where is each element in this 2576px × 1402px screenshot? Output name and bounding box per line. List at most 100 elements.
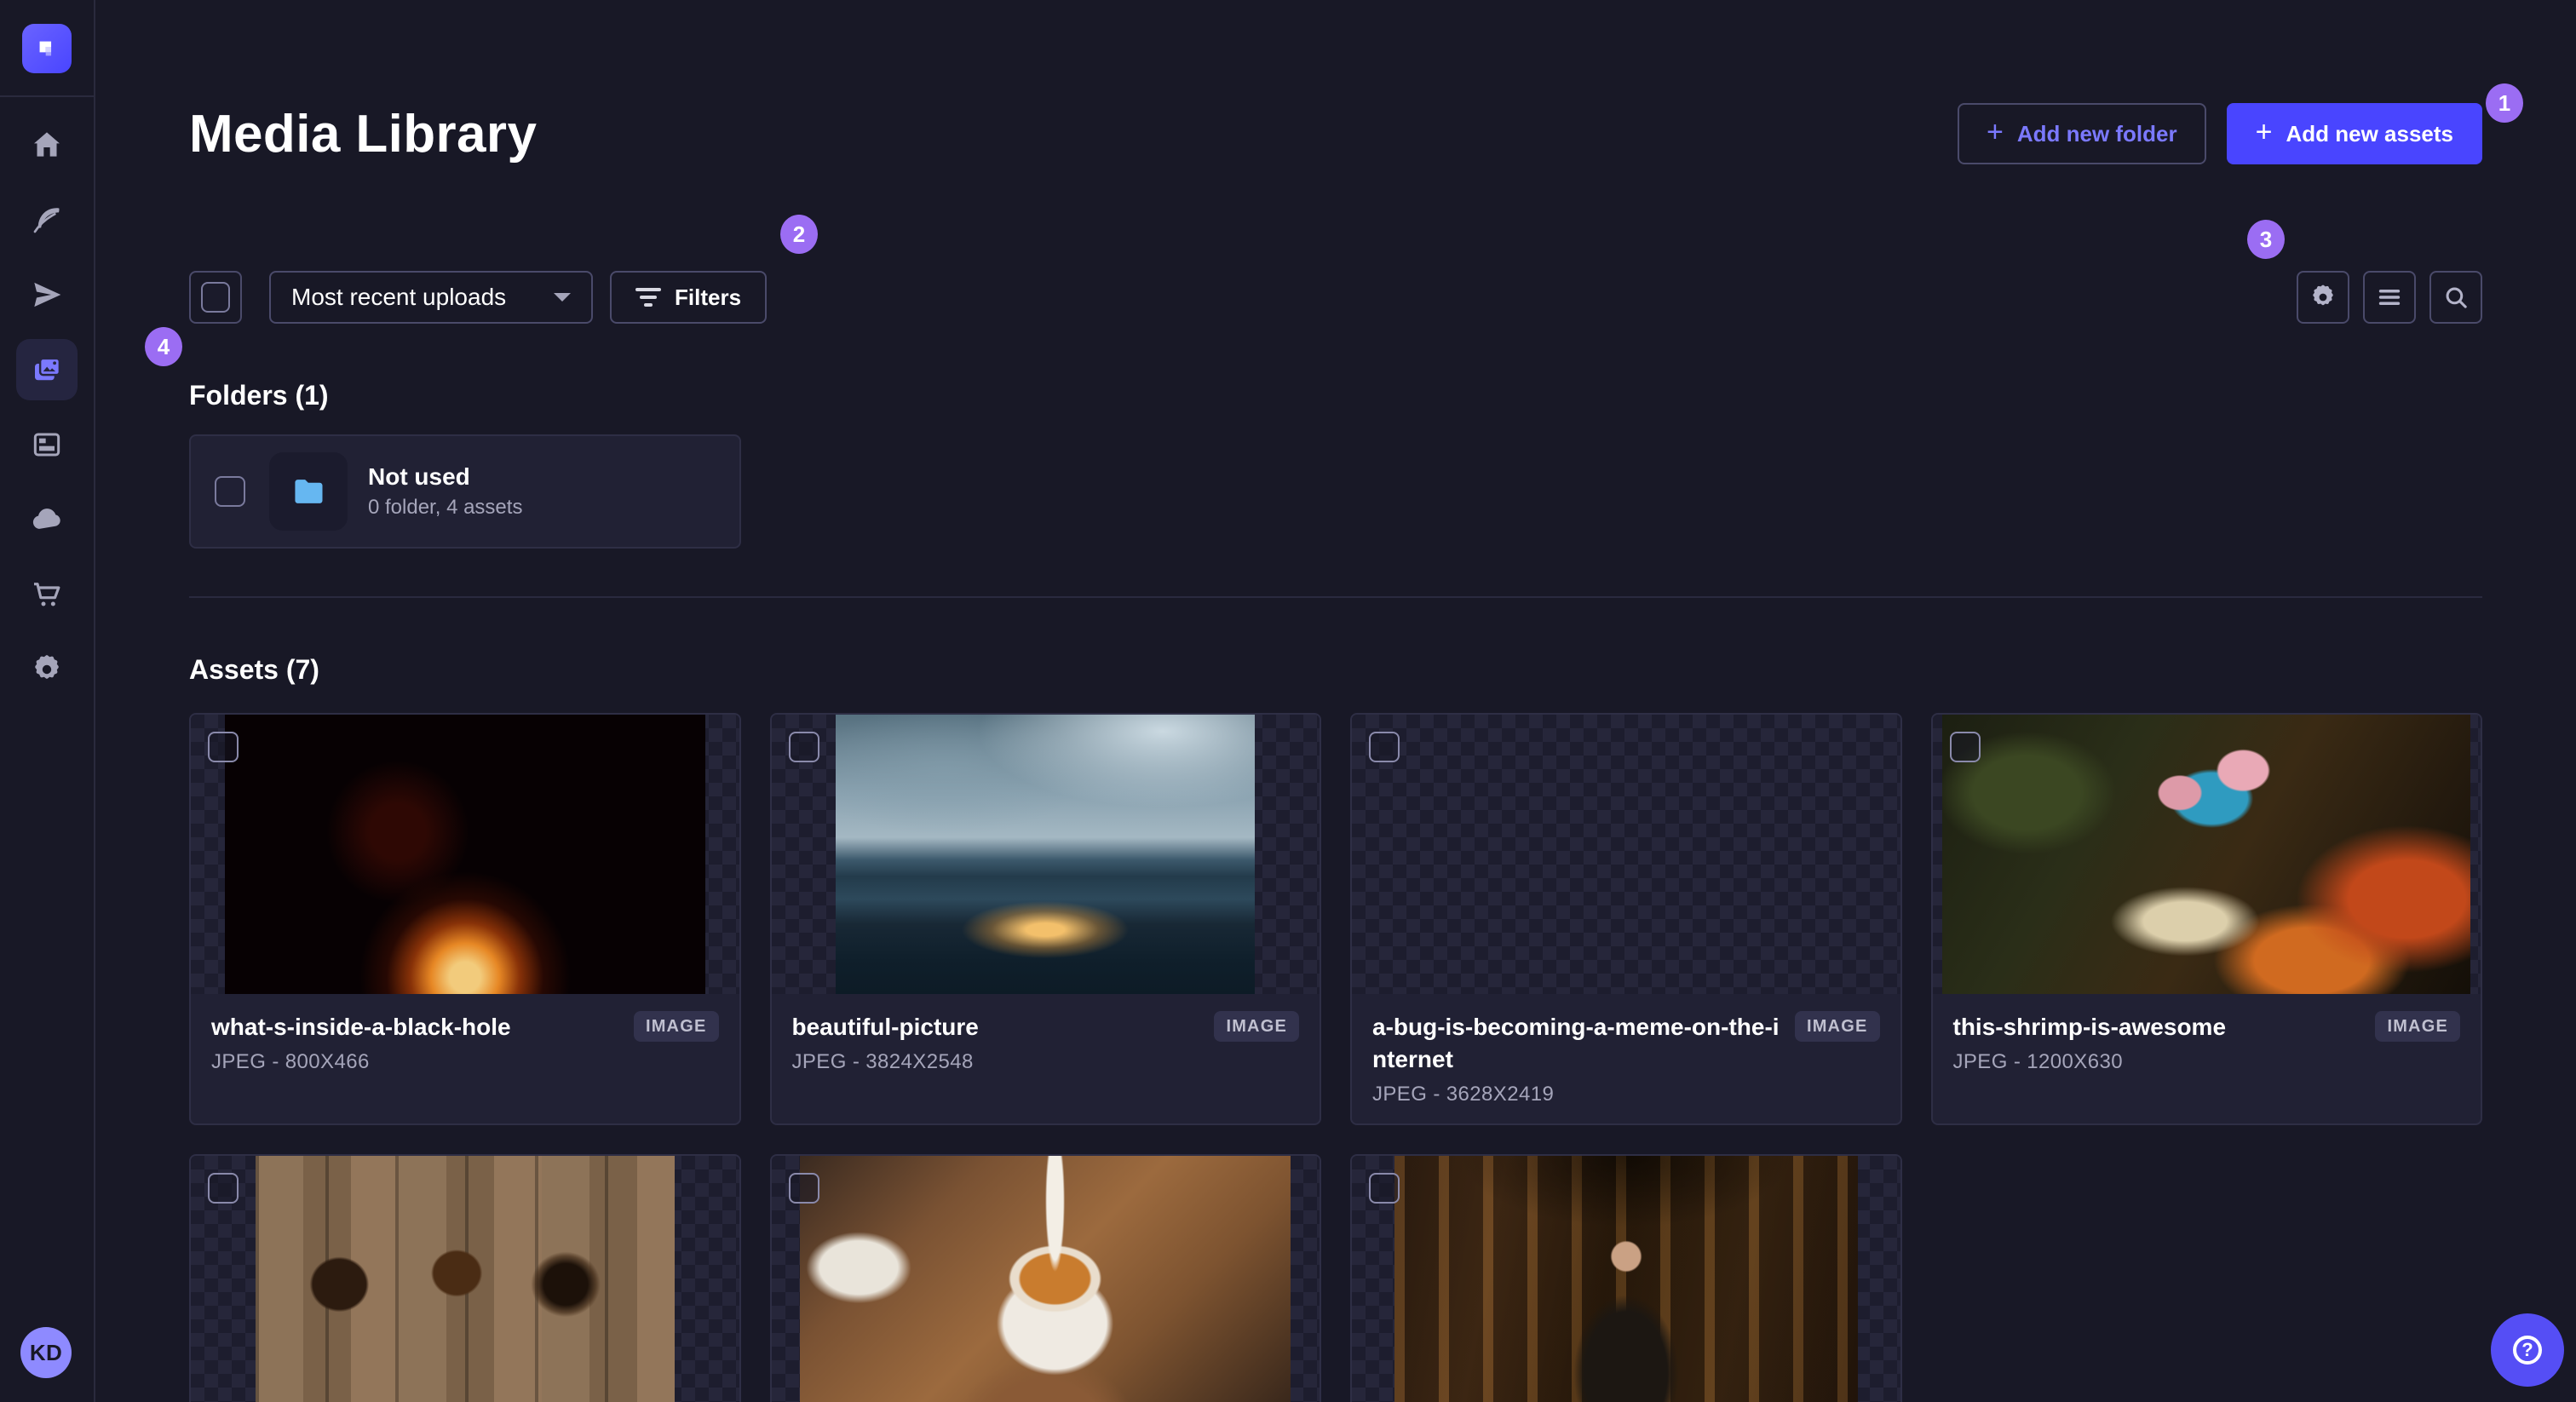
add-new-assets-label: Add new assets [2286, 120, 2453, 147]
toolbar: Most recent uploads Filters [189, 271, 2482, 325]
help-icon: ? [2513, 1336, 2542, 1365]
asset-image-black-hole [224, 714, 705, 994]
home-icon [34, 132, 60, 157]
section-divider [189, 595, 2482, 598]
sidebar-item-home[interactable] [16, 114, 78, 175]
asset-type-badge: IMAGE [633, 1010, 719, 1042]
asset-text: beautiful-picture JPEG - 3824X2548 [792, 1011, 992, 1074]
asset-footer: what-s-inside-a-black-hole JPEG - 800X46… [191, 994, 739, 1123]
asset-image-code-laptop [1417, 715, 1836, 994]
sidebar: KD [0, 0, 95, 1402]
folder-detail: 0 folder, 4 assets [368, 495, 523, 519]
page-header: Media Library + Add new folder + Add new… [189, 0, 2482, 199]
filters-button[interactable]: Filters [610, 271, 768, 325]
sidebar-item-content-builder[interactable] [16, 189, 78, 250]
asset-card[interactable]: what-s-inside-a-black-hole JPEG - 800X46… [189, 712, 741, 1125]
asset-image-mountains [836, 714, 1256, 994]
asset-type-badge: IMAGE [1794, 1010, 1880, 1042]
asset-name: beautiful-picture [791, 1013, 979, 1040]
list-view-button[interactable] [2363, 271, 2416, 325]
select-all-checkbox[interactable] [201, 282, 230, 313]
annotation-badge-2: 2 [780, 215, 818, 254]
asset-thumbnail [771, 1155, 1320, 1402]
asset-thumbnail [1352, 1155, 1900, 1402]
strapi-logo[interactable] [22, 24, 72, 73]
asset-footer: a-bug-is-becoming-a-meme-on-the-internet… [1352, 994, 1900, 1123]
sidebar-nav [0, 107, 94, 707]
asset-image-shrimp [1942, 714, 2471, 994]
asset-checkbox[interactable] [1369, 1172, 1400, 1204]
asset-meta: JPEG - 1200X630 [1952, 1049, 2123, 1073]
asset-text: this-shrimp-is-awesome JPEG - 1200X630 [1953, 1011, 2240, 1074]
sidebar-item-marketplace[interactable] [16, 564, 78, 625]
asset-card[interactable]: the-internet-s-own-boy JPEG - 1200X707 I… [1350, 1153, 1902, 1402]
add-new-assets-button[interactable]: + Add new assets [2226, 103, 2482, 165]
asset-card[interactable]: this-shrimp-is-awesome JPEG - 1200X630 I… [1930, 712, 2482, 1125]
folder-checkbox[interactable] [215, 475, 245, 507]
annotation-badge-1: 1 [2486, 83, 2523, 123]
asset-card[interactable]: coffee-beans JPEG - 5021X3347 IMAGE [189, 1153, 741, 1402]
filter-icon [635, 288, 661, 307]
asset-text: a-bug-is-becoming-a-meme-on-the-internet… [1372, 1011, 1795, 1106]
asset-image-library-boy [1394, 1155, 1858, 1402]
search-button[interactable] [2429, 271, 2482, 325]
media-library-page: KD Media Library + Add new folder + Add … [0, 0, 2576, 1402]
help-button[interactable]: ? [2491, 1313, 2564, 1387]
sidebar-item-deploy[interactable] [16, 489, 78, 550]
sidebar-item-releases[interactable] [16, 264, 78, 325]
asset-footer: beautiful-picture JPEG - 3824X2548 IMAGE [772, 994, 1320, 1123]
asset-thumbnail [771, 714, 1320, 994]
asset-card[interactable]: coffee-art JPEG - 5824X3259 IMAGE [769, 1153, 1321, 1402]
asset-name: what-s-inside-a-black-hole [211, 1013, 511, 1040]
sidebar-item-media-library[interactable] [16, 339, 78, 400]
feather-icon [33, 208, 60, 233]
sidebar-divider [0, 95, 95, 97]
asset-thumbnail [1932, 714, 2481, 994]
folder-card[interactable]: Not used 0 folder, 4 assets [189, 434, 741, 549]
asset-thumbnail [1352, 714, 1900, 994]
content-icon [33, 433, 60, 457]
page-title: Media Library [189, 104, 538, 164]
cart-icon [34, 583, 60, 606]
view-options [2297, 271, 2482, 325]
annotation-badge-4: 4 [145, 327, 182, 366]
asset-card[interactable]: beautiful-picture JPEG - 3824X2548 IMAGE [769, 712, 1321, 1125]
folder-text: Not used 0 folder, 4 assets [368, 463, 522, 520]
search-icon [2446, 287, 2467, 308]
asset-footer: this-shrimp-is-awesome JPEG - 1200X630 I… [1933, 994, 2481, 1123]
asset-image-coffee-art [800, 1155, 1291, 1402]
list-view-icon [2378, 290, 2401, 306]
asset-checkbox[interactable] [1949, 731, 1981, 762]
settings-icon [35, 655, 59, 679]
paper-plane-icon [34, 282, 61, 307]
main-content: Media Library + Add new folder + Add new… [95, 0, 2576, 1402]
folder-tile [269, 451, 348, 531]
asset-text: what-s-inside-a-black-hole JPEG - 800X46… [211, 1011, 525, 1074]
asset-thumbnail [191, 1155, 739, 1402]
grid-settings-button[interactable] [2297, 271, 2349, 325]
sort-select-value: Most recent uploads [291, 284, 507, 311]
asset-name: a-bug-is-becoming-a-meme-on-the-internet [1372, 1013, 1780, 1072]
asset-checkbox[interactable] [1369, 731, 1400, 762]
sidebar-item-content-manager[interactable] [16, 414, 78, 475]
plus-icon: + [1986, 116, 2004, 149]
asset-checkbox[interactable] [788, 731, 819, 762]
asset-checkbox[interactable] [208, 731, 239, 762]
user-avatar[interactable]: KD [20, 1327, 72, 1378]
asset-meta: JPEG - 800X466 [211, 1049, 370, 1073]
asset-checkbox[interactable] [208, 1172, 239, 1204]
header-actions: + Add new folder + Add new assets [1957, 103, 2482, 165]
asset-type-badge: IMAGE [1214, 1010, 1299, 1042]
cloud-icon [32, 509, 60, 529]
asset-checkbox[interactable] [788, 1172, 819, 1204]
asset-card[interactable]: a-bug-is-becoming-a-meme-on-the-internet… [1350, 712, 1902, 1125]
asset-meta: JPEG - 3824X2548 [791, 1049, 974, 1073]
sidebar-item-settings[interactable] [16, 639, 78, 700]
assets-heading: Assets (7) [189, 653, 319, 685]
add-new-folder-label: Add new folder [2016, 120, 2177, 147]
select-all-checkbox-button[interactable] [189, 271, 242, 325]
strapi-logo-icon [39, 41, 52, 56]
asset-name: this-shrimp-is-awesome [1952, 1013, 2227, 1040]
sort-select[interactable]: Most recent uploads [269, 271, 593, 325]
add-new-folder-button[interactable]: + Add new folder [1957, 103, 2206, 165]
